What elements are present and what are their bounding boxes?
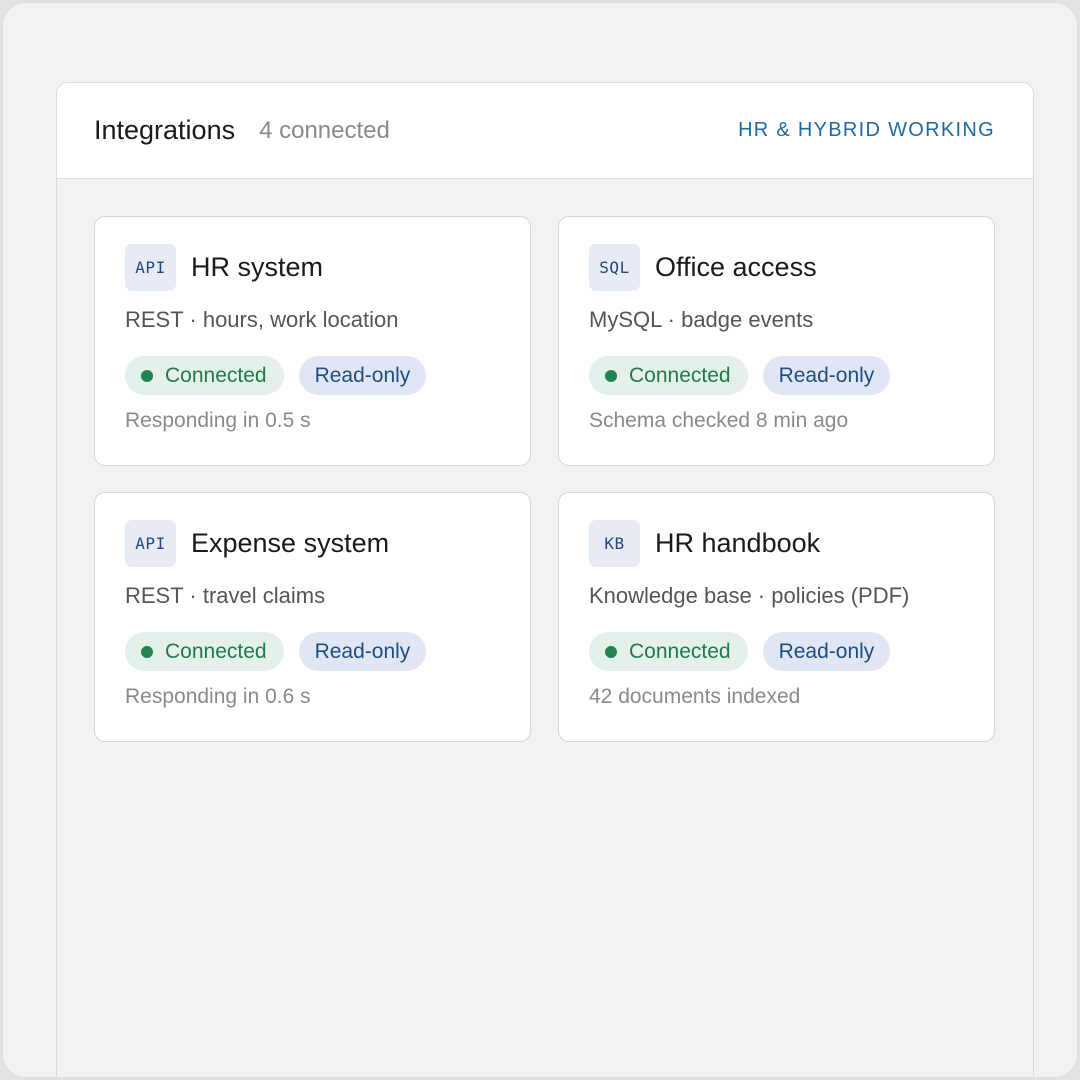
integration-description: Knowledge base · policies (PDF)	[589, 583, 910, 608]
integration-meta: Responding in 0.6 s	[125, 685, 311, 708]
api-type-icon: API	[125, 519, 176, 567]
status-badge: Connected	[589, 632, 748, 671]
integration-meta: Responding in 0.5 s	[125, 409, 311, 432]
card-header: SQL Office access	[589, 243, 964, 291]
connected-count: 4 connected	[259, 116, 390, 144]
integration-name: Expense system	[191, 527, 390, 558]
integrations-panel: Integrations 4 connected HR & HYBRID WOR…	[56, 82, 1034, 1077]
integration-meta: 42 documents indexed	[589, 685, 801, 708]
context-label: HR & HYBRID WORKING	[738, 119, 995, 141]
badge-row: Connected Read-only	[125, 356, 500, 395]
status-label: Connected	[165, 363, 267, 387]
integration-name: HR handbook	[655, 527, 821, 558]
integrations-grid: API HR system REST · hours, work locatio…	[94, 216, 995, 742]
integration-card-hr-handbook[interactable]: KB HR handbook Knowledge base · policies…	[558, 492, 995, 742]
app-frame: Integrations 4 connected HR & HYBRID WOR…	[0, 0, 1080, 1080]
panel-header: Integrations 4 connected HR & HYBRID WOR…	[57, 83, 1033, 179]
integration-card-office-access[interactable]: SQL Office access MySQL · badge events C…	[558, 216, 995, 466]
access-badge: Read-only	[298, 356, 427, 395]
api-type-icon: API	[125, 243, 176, 291]
status-dot-icon	[605, 369, 617, 382]
integration-description: REST · travel claims	[125, 583, 326, 608]
status-dot-icon	[141, 369, 153, 382]
status-badge: Connected	[125, 632, 284, 671]
sql-type-icon: SQL	[589, 243, 640, 291]
status-badge: Connected	[589, 356, 748, 395]
integration-card-hr-system[interactable]: API HR system REST · hours, work locatio…	[94, 216, 531, 466]
integration-description: REST · hours, work location	[125, 307, 399, 332]
kb-type-icon: KB	[589, 519, 640, 567]
integration-name: HR system	[191, 251, 324, 282]
status-dot-icon	[605, 645, 617, 658]
card-header: KB HR handbook	[589, 519, 964, 567]
status-label: Connected	[629, 639, 731, 663]
card-header: API HR system	[125, 243, 500, 291]
card-header: API Expense system	[125, 519, 500, 567]
badge-row: Connected Read-only	[589, 356, 964, 395]
integration-card-expense-system[interactable]: API Expense system REST · travel claims …	[94, 492, 531, 742]
status-badge: Connected	[125, 356, 284, 395]
status-label: Connected	[165, 639, 267, 663]
access-badge: Read-only	[762, 356, 891, 395]
integration-name: Office access	[655, 251, 817, 282]
panel-title: Integrations	[94, 115, 236, 145]
integration-description: MySQL · badge events	[589, 307, 814, 332]
status-label: Connected	[629, 363, 731, 387]
status-dot-icon	[141, 645, 153, 658]
access-badge: Read-only	[298, 632, 427, 671]
integration-meta: Schema checked 8 min ago	[589, 409, 849, 432]
badge-row: Connected Read-only	[589, 632, 964, 671]
access-badge: Read-only	[762, 632, 891, 671]
badge-row: Connected Read-only	[125, 632, 500, 671]
